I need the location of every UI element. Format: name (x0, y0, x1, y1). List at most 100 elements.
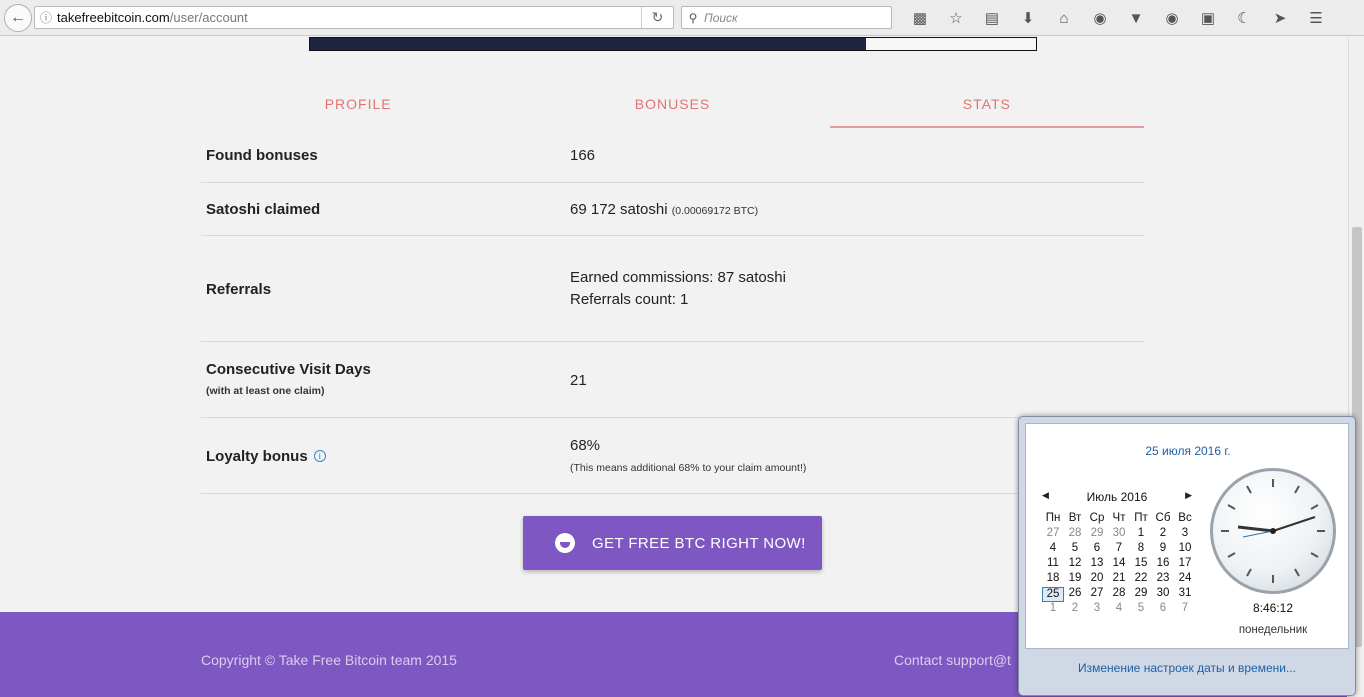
calendar-day[interactable]: 29 (1130, 587, 1152, 602)
calendar-grid: Пн Вт Ср Чт Пт Сб Вс 27 28 29 30 1 2 3 4 5 6 7 8 9 10 11 12 13 1… (1042, 512, 1196, 617)
calendar-day[interactable]: 5 (1130, 602, 1152, 617)
calendar-day[interactable]: 11 (1042, 557, 1064, 572)
calendar-day[interactable]: 13 (1086, 557, 1108, 572)
home-icon[interactable]: ⌂ (1046, 10, 1082, 27)
tab-profile[interactable]: PROFILE (201, 82, 515, 128)
search-placeholder: Поиск (704, 10, 738, 25)
calendar-day[interactable]: 14 (1108, 557, 1130, 572)
calendar-day[interactable]: 6 (1086, 542, 1108, 557)
calendar-weekday: Сб (1155, 512, 1171, 524)
calendar-day[interactable]: 7 (1174, 602, 1196, 617)
calendar-day[interactable]: 17 (1174, 557, 1196, 572)
banner-graphic (866, 38, 1036, 50)
full-date[interactable]: 25 июля 2016 г. (1026, 444, 1350, 458)
prev-month-icon[interactable]: ◀ (1042, 490, 1049, 501)
save-icon[interactable]: ▣ (1190, 9, 1226, 27)
calendar-day[interactable]: 18 (1042, 572, 1064, 587)
bookmark-star-icon[interactable]: ☆ (938, 9, 974, 27)
smiley-icon (555, 533, 575, 553)
calendar-day[interactable]: 1 (1042, 602, 1064, 617)
stats-row-loyalty: Loyalty bonus i 68% (This means additiona… (201, 418, 1144, 494)
toolbar-icons: ▩ ☆ ▤ ⬇ ⌂ ◉ ▼ ◉ ▣ ☾ ➤ ☰ (902, 6, 1334, 30)
address-bar[interactable]: ⓘ takefreebitcoin.com/user/account ↻ (34, 6, 674, 29)
calendar-day[interactable]: 15 (1130, 557, 1152, 572)
ad-banner[interactable] (309, 37, 1037, 51)
found-bonuses-value: 166 (570, 147, 596, 164)
calendar-day[interactable]: 22 (1130, 572, 1152, 587)
loyalty-label-wrap: Loyalty bonus i (206, 448, 326, 465)
loyalty-label: Loyalty bonus (206, 448, 308, 465)
calendar-weekday: Пт (1134, 512, 1148, 524)
calendar-day[interactable]: 26 (1064, 587, 1086, 602)
clock-face-icon (1221, 479, 1325, 583)
calendar-week: 4 5 6 7 8 9 10 (1042, 542, 1196, 557)
stats-row-visit-days: Consecutive Visit Days (with at least on… (201, 342, 1144, 418)
account-tabs: PROFILE BONUSES STATS (201, 82, 1144, 128)
digital-time: 8:46:12 (1252, 601, 1294, 615)
calendar-day[interactable]: 7 (1108, 542, 1130, 557)
stats-row-satoshi-claimed: Satoshi claimed 69 172 satoshi (0.000691… (201, 183, 1144, 236)
calendar-day[interactable]: 9 (1152, 542, 1174, 557)
forward-circle-icon[interactable]: ➤ (1262, 9, 1298, 27)
month-label[interactable]: Июль 2016 (1087, 490, 1148, 504)
calendar-day[interactable]: 27 (1042, 527, 1064, 542)
chat-icon[interactable]: ◉ (1082, 9, 1118, 27)
calendar-week: 27 28 29 30 1 2 3 (1042, 527, 1196, 542)
extension-icon[interactable]: ▩ (902, 9, 938, 27)
moon-icon[interactable]: ☾ (1226, 9, 1262, 27)
satoshi-claimed-label: Satoshi claimed (206, 201, 321, 218)
contact-text[interactable]: Contact support@t (894, 652, 1011, 668)
info-icon[interactable]: i (313, 450, 326, 462)
pocket-icon[interactable]: ▼ (1118, 10, 1154, 27)
adblock-icon[interactable]: ◉ (1154, 9, 1190, 27)
download-icon[interactable]: ⬇ (1010, 9, 1046, 27)
calendar-weekday: Вт (1068, 512, 1082, 524)
calendar-day[interactable]: 4 (1108, 602, 1130, 617)
reload-icon[interactable]: ↻ (641, 7, 673, 28)
calendar-day[interactable]: 20 (1086, 572, 1108, 587)
site-info-icon[interactable]: ⓘ (35, 9, 57, 26)
tab-bonuses[interactable]: BONUSES (515, 82, 829, 128)
calendar-day[interactable]: 3 (1086, 602, 1108, 617)
search-input[interactable]: ⚲ Поиск (681, 6, 892, 29)
calendar-day[interactable]: 2 (1064, 602, 1086, 617)
calendar-day[interactable]: 5 (1064, 542, 1086, 557)
calendar-day[interactable]: 3 (1174, 527, 1196, 542)
calendar-day[interactable]: 12 (1064, 557, 1086, 572)
back-arrow-icon: ← (10, 9, 26, 26)
menu-icon[interactable]: ☰ (1298, 9, 1334, 27)
calendar-day[interactable]: 16 (1152, 557, 1174, 572)
calendar-day[interactable]: 29 (1086, 527, 1108, 542)
calendar-week: 18 19 20 21 22 23 24 (1042, 572, 1196, 587)
calendar-day[interactable]: 4 (1042, 542, 1064, 557)
calendar-day[interactable]: 27 (1086, 587, 1108, 602)
calendar-day[interactable]: 19 (1064, 572, 1086, 587)
calendar-day[interactable]: 23 (1152, 572, 1174, 587)
calendar-day[interactable]: 30 (1152, 587, 1174, 602)
calendar-day[interactable]: 8 (1130, 542, 1152, 557)
calendar-day[interactable]: 10 (1174, 542, 1196, 557)
calendar-day[interactable]: 6 (1152, 602, 1174, 617)
calendar-header: ◀ Июль 2016 ▶ (1042, 490, 1192, 506)
calendar-day[interactable]: 31 (1174, 587, 1196, 602)
reading-list-icon[interactable]: ▤ (974, 9, 1010, 27)
referrals-commissions: Earned commissions: 87 satoshi (570, 269, 786, 286)
change-datetime-link[interactable]: Изменение настроек даты и времени... (1019, 661, 1355, 675)
stats-row-referrals: Referrals Earned commissions: 87 satoshi… (201, 236, 1144, 342)
calendar-week: 1234567 (1042, 602, 1196, 617)
calendar-day[interactable]: 2 (1152, 527, 1174, 542)
calendar-day[interactable]: 24 (1174, 572, 1196, 587)
calendar-day[interactable]: 28 (1064, 527, 1086, 542)
calendar-day[interactable]: 30 (1108, 527, 1130, 542)
get-free-btc-button[interactable]: GET FREE BTC RIGHT NOW! (523, 516, 822, 570)
loyalty-value: 68% (570, 437, 601, 454)
calendar-day-today[interactable]: 25 (1042, 587, 1064, 602)
calendar-day[interactable]: 21 (1108, 572, 1130, 587)
next-month-icon[interactable]: ▶ (1185, 490, 1192, 501)
visit-days-label: Consecutive Visit Days (206, 361, 371, 378)
cta-label: GET FREE BTC RIGHT NOW! (592, 534, 806, 552)
calendar-day[interactable]: 28 (1108, 587, 1130, 602)
calendar-day[interactable]: 1 (1130, 527, 1152, 542)
tab-stats[interactable]: STATS (829, 82, 1144, 128)
back-button[interactable]: ← (4, 4, 32, 32)
